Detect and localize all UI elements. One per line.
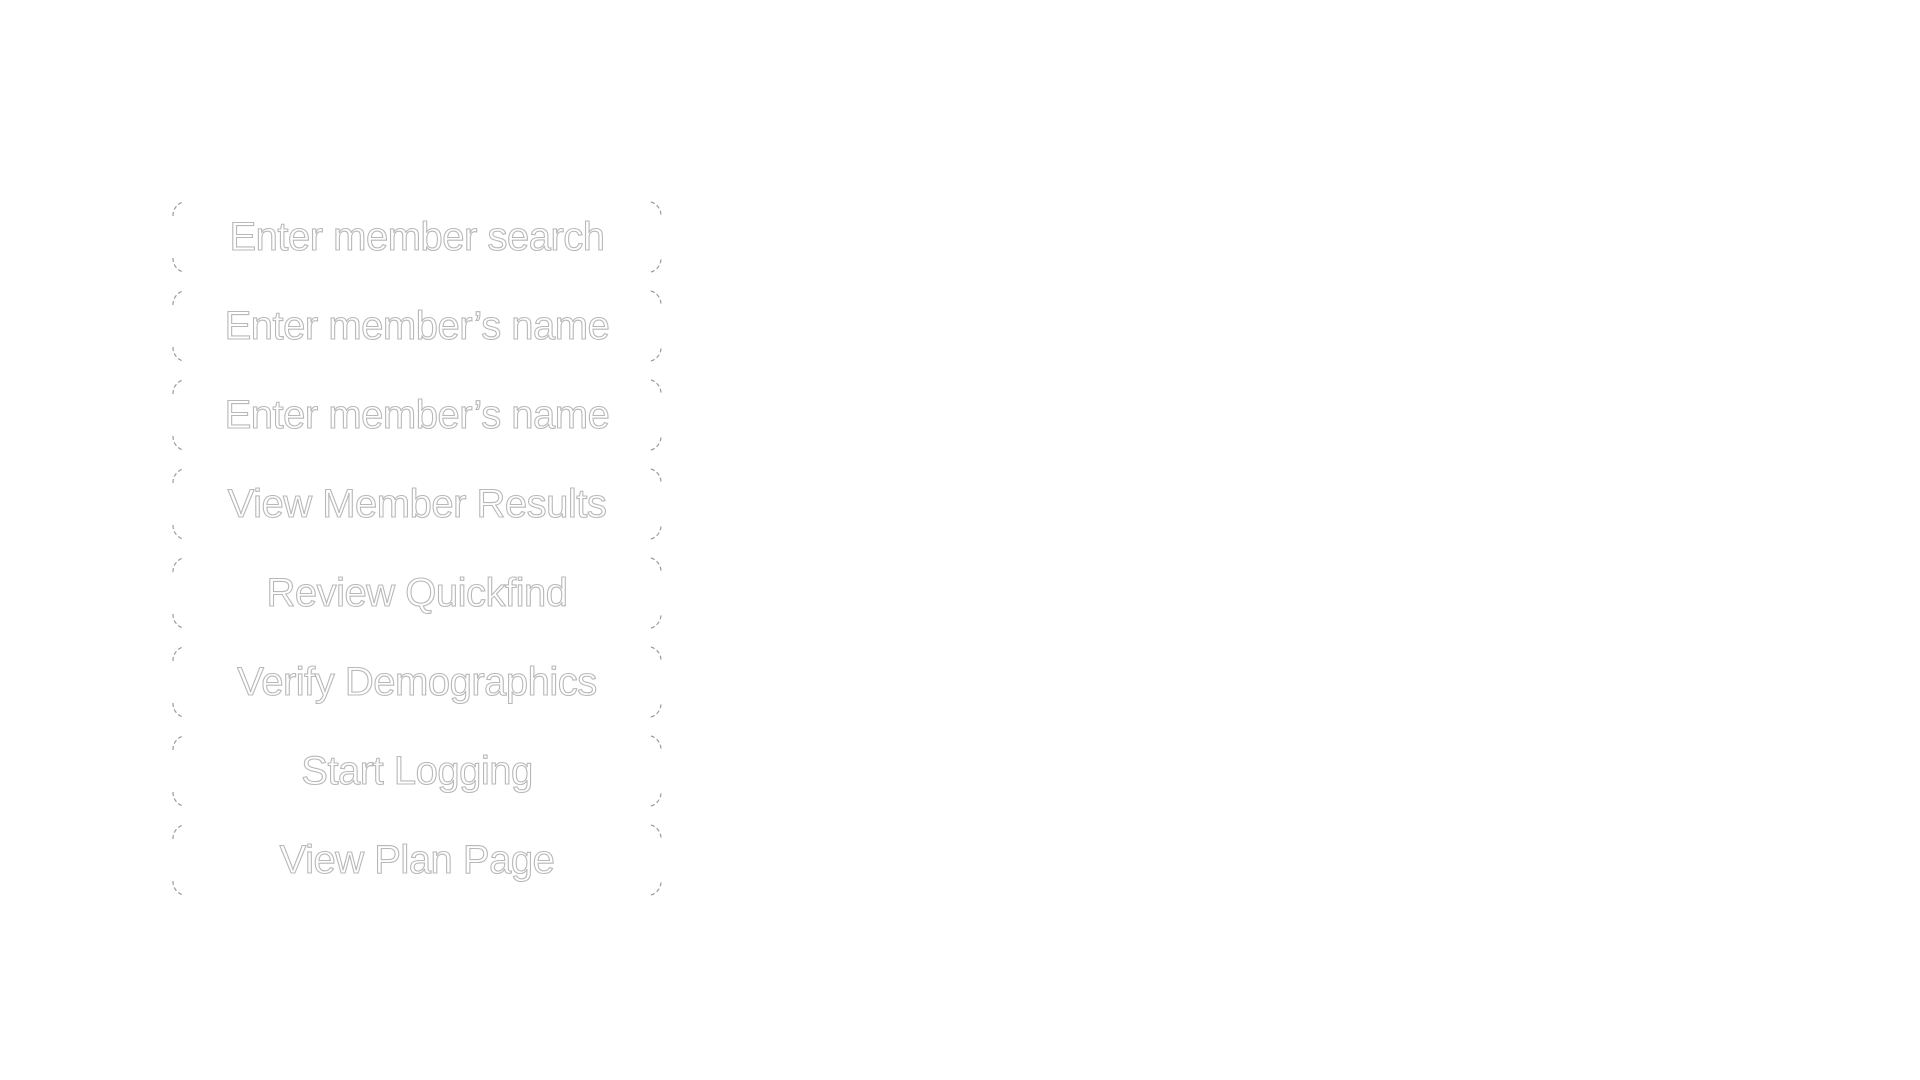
step-label: Review Quickfind — [266, 570, 569, 615]
diagram-canvas: Enter member search Enter member’s name … — [0, 0, 1920, 1080]
step-box: View Plan Page — [170, 823, 664, 897]
step-label: Enter member’s name — [224, 392, 610, 437]
step-label: Start Logging — [301, 748, 534, 793]
step-label: View Plan Page — [279, 837, 555, 882]
step-box: View Member Results — [170, 467, 664, 541]
step-box: Enter member search — [170, 200, 664, 274]
step-label: Enter member search — [229, 214, 606, 259]
step-box: Start Logging — [170, 734, 664, 808]
step-label: View Member Results — [227, 481, 607, 526]
step-box: Enter member’s name — [170, 289, 664, 363]
step-box: Review Quickfind — [170, 556, 664, 630]
step-box: Enter member’s name — [170, 378, 664, 452]
step-label: Enter member’s name — [224, 303, 610, 348]
step-box: Verify Demographics — [170, 645, 664, 719]
step-label: Verify Demographics — [237, 659, 598, 704]
step-list: Enter member search Enter member’s name … — [170, 200, 664, 912]
